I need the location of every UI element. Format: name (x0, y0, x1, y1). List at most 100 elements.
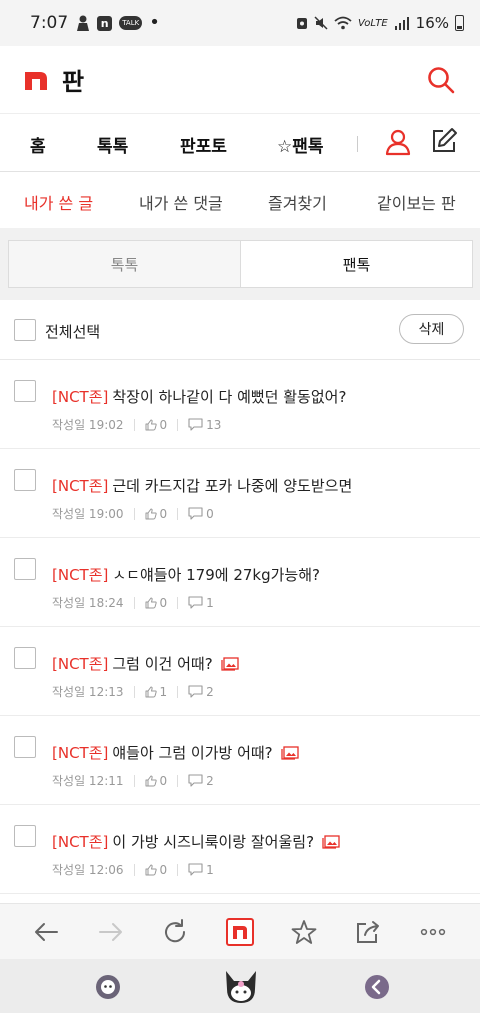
n-logo-icon[interactable] (24, 68, 48, 92)
mute-icon (314, 16, 328, 30)
meta-divider (177, 507, 179, 520)
post-meta: 작성일 19:00 0 0 (52, 505, 214, 522)
post-row[interactable]: [NCT존] 얘들아 그럼 이가방 어때? 작성일 12:11 0 2 (0, 716, 480, 805)
post-row[interactable]: [NCT존] 이 가방 시즈니룩이랑 잘어울림? 작성일 12:06 0 1 (0, 805, 480, 894)
segment-fantalk[interactable]: 팬톡 (241, 241, 472, 287)
post-checkbox[interactable] (14, 736, 36, 758)
select-all-checkbox[interactable] (14, 319, 36, 341)
search-icon[interactable] (426, 65, 456, 95)
select-all-label: 전체선택 (45, 323, 101, 341)
post-meta: 작성일 12:11 0 2 (52, 772, 214, 789)
post-title[interactable]: [NCT존] 그럼 이건 어때? (52, 653, 239, 674)
post-title[interactable]: [NCT존] 착장이 하나같이 다 예뻤던 활동없어? (52, 386, 346, 407)
n-home-icon[interactable] (226, 918, 254, 946)
post-likes: 1 (159, 684, 168, 699)
thumbs-up-icon (145, 864, 157, 875)
segment-toktok[interactable]: 톡톡 (9, 241, 241, 287)
post-checkbox[interactable] (14, 469, 36, 491)
nav-toktok[interactable]: 톡톡 (97, 132, 128, 157)
post-date: 작성일 18:24 (52, 596, 124, 610)
star-icon[interactable] (290, 918, 318, 946)
post-title-text: 착장이 하나같이 다 예뻤던 활동없어? (112, 388, 347, 406)
post-title-text: ㅅㄷ얘들아 179에 27kg가능해? (112, 566, 320, 584)
user-icon[interactable] (384, 128, 412, 156)
post-category-tag: [NCT존] (52, 566, 109, 584)
tab-my-posts[interactable]: 내가 쓴 글 (24, 190, 93, 214)
thumbs-up-icon (145, 686, 157, 697)
write-icon[interactable] (430, 127, 458, 155)
post-comments: 0 (206, 506, 214, 521)
thumbs-up-icon (145, 508, 157, 519)
back-arrow-icon[interactable] (32, 918, 60, 946)
meta-divider (177, 863, 179, 876)
post-title[interactable]: [NCT존] 근데 카드지갑 포카 나중에 양도받으면 (52, 475, 352, 496)
post-row[interactable]: [NCT존] 그럼 이건 어때? 작성일 12:13 1 2 (0, 627, 480, 716)
post-checkbox[interactable] (14, 558, 36, 580)
post-checkbox[interactable] (14, 825, 36, 847)
post-category-tag: [NCT존] (52, 744, 109, 762)
refresh-icon[interactable] (161, 918, 189, 946)
meta-divider (133, 863, 135, 876)
post-comments: 13 (206, 417, 222, 432)
kuromi-back-icon[interactable] (364, 974, 390, 1000)
post-row[interactable]: [NCT존] 근데 카드지갑 포카 나중에 양도받으면 작성일 19:00 0 … (0, 449, 480, 538)
wifi-icon (334, 16, 352, 30)
post-likes: 0 (159, 417, 168, 432)
post-category-tag: [NCT존] (52, 477, 109, 495)
thumbs-up-icon (145, 419, 157, 430)
post-likes: 0 (159, 773, 168, 788)
tab-my-comments[interactable]: 내가 쓴 댓글 (139, 190, 223, 214)
post-title[interactable]: [NCT존] 얘들아 그럼 이가방 어때? (52, 742, 299, 763)
segment-area: 톡톡 팬톡 (0, 228, 480, 300)
meta-divider (133, 418, 135, 431)
delete-button[interactable]: 삭제 (399, 314, 464, 344)
post-row[interactable]: [NCT존] 착장이 하나같이 다 예뻤던 활동없어? 작성일 19:02 0 … (0, 360, 480, 449)
tab-favorites[interactable]: 즐겨찾기 (268, 190, 327, 214)
nav-home[interactable]: 홈 (30, 132, 46, 157)
share-icon[interactable] (354, 918, 382, 946)
post-date: 작성일 19:02 (52, 418, 124, 432)
kuromi-recent-icon[interactable] (95, 974, 121, 1000)
app-title: 판 (62, 68, 85, 96)
nav-panphoto[interactable]: 판포토 (180, 132, 227, 157)
post-checkbox[interactable] (14, 380, 36, 402)
nav-fantalk[interactable]: ☆팬톡 (277, 132, 324, 157)
system-nav-bar (0, 959, 480, 1013)
post-comments: 1 (206, 862, 214, 877)
sub-tabs: 내가 쓴 글 내가 쓴 댓글 즐겨찾기 같이보는 판 (0, 172, 480, 228)
more-icon[interactable] (419, 918, 447, 946)
meta-divider (133, 685, 135, 698)
post-checkbox[interactable] (14, 647, 36, 669)
post-date: 작성일 12:13 (52, 685, 124, 699)
meta-divider (177, 418, 179, 431)
comment-icon (188, 774, 203, 787)
post-category-tag: [NCT존] (52, 655, 109, 673)
post-title[interactable]: [NCT존] 이 가방 시즈니룩이랑 잘어울림? (52, 831, 340, 852)
talk-icon: TALK (119, 16, 143, 30)
forward-arrow-icon[interactable] (97, 918, 125, 946)
post-row[interactable]: [NCT존] ㅅㄷ얘들아 179에 27kg가능해? 작성일 18:24 0 1 (0, 538, 480, 627)
post-title[interactable]: [NCT존] ㅅㄷ얘들아 179에 27kg가능해? (52, 564, 320, 585)
battery-percent: 16% (415, 14, 449, 32)
post-title-text: 얘들아 그럼 이가방 어때? (112, 744, 273, 762)
post-date: 작성일 19:00 (52, 507, 124, 521)
tab-shared-pan[interactable]: 같이보는 판 (377, 190, 456, 214)
kuromi-home-icon[interactable] (222, 967, 260, 1007)
segmented-control: 톡톡 팬톡 (8, 240, 473, 288)
post-meta: 작성일 19:02 0 13 (52, 416, 221, 433)
status-bar: 7:07 n TALK • VoLTE 16% (0, 0, 480, 46)
post-comments: 1 (206, 595, 214, 610)
n-app-icon: n (97, 15, 113, 31)
meta-divider (177, 596, 179, 609)
comment-icon (188, 863, 203, 876)
network-label: VoLTE (357, 17, 388, 29)
image-attached-icon (322, 834, 340, 849)
meta-divider (133, 507, 135, 520)
post-comments: 2 (206, 684, 214, 699)
status-time: 7:07 (30, 13, 69, 33)
battery-icon (455, 15, 464, 31)
dot-icon: • (149, 12, 160, 33)
meta-divider (133, 774, 135, 787)
post-meta: 작성일 12:13 1 2 (52, 683, 214, 700)
status-notification-icons: n TALK • (76, 12, 160, 33)
